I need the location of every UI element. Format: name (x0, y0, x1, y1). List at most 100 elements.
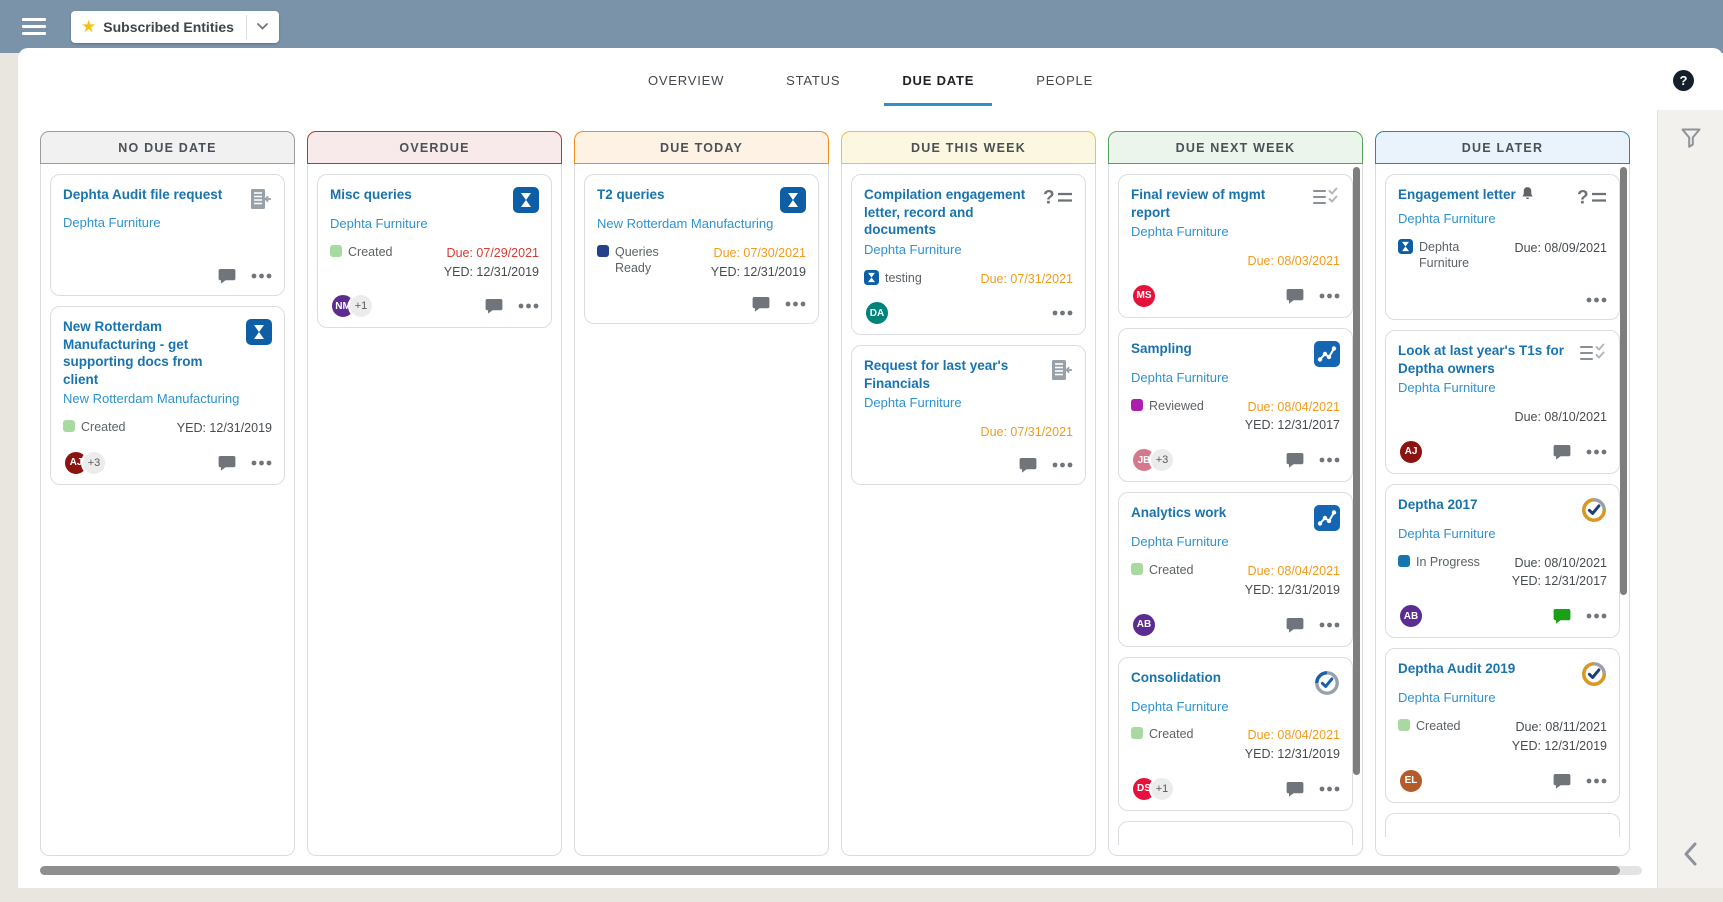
column-no-due-date: NO DUE DATEDephta Audit file requestDeph… (40, 131, 295, 856)
comment-icon[interactable] (218, 268, 236, 284)
task-card[interactable]: Analytics workDephta FurnitureCreatedDue… (1118, 492, 1353, 646)
more-icon[interactable] (1319, 622, 1340, 628)
filter-icon[interactable] (1679, 126, 1703, 150)
hamburger-menu-icon[interactable] (22, 18, 46, 35)
vertical-scrollbar-thumb[interactable] (1620, 167, 1627, 595)
chevron-left-icon[interactable] (1681, 840, 1701, 868)
comment-icon[interactable] (218, 455, 236, 471)
task-card[interactable]: Dephta Audit file request Dephta Furnitur… (50, 174, 285, 296)
status-label: Created (81, 419, 125, 435)
comment-icon[interactable] (1286, 452, 1304, 468)
year-end-date: YED: 12/31/2019 (155, 419, 272, 438)
more-icon[interactable] (1586, 449, 1607, 455)
comment-icon[interactable] (1286, 781, 1304, 797)
more-icon[interactable] (251, 460, 272, 466)
more-icon[interactable] (1319, 293, 1340, 299)
card-entity[interactable]: Dephta Furniture (330, 216, 539, 233)
card-meta: Due: 08/03/2021 (1131, 252, 1340, 271)
card-entity[interactable]: Dephta Furniture (864, 395, 1073, 412)
year-end-date: YED: 12/31/2017 (1223, 416, 1340, 435)
more-icon[interactable] (1052, 462, 1073, 468)
more-icon[interactable] (1319, 786, 1340, 792)
task-card[interactable]: SamplingDephta FurnitureReviewedDue: 08/… (1118, 328, 1353, 482)
more-icon[interactable] (1586, 297, 1607, 303)
tab-people[interactable]: PEOPLE (1018, 48, 1111, 106)
card-entity[interactable]: Dephta Furniture (1398, 690, 1607, 707)
task-card[interactable]: Deptha Audit 2019Dephta FurnitureCreated… (1385, 648, 1620, 802)
status-swatch (1131, 563, 1143, 575)
card-title[interactable]: New Rotterdam Manufacturing - get suppor… (63, 318, 238, 388)
comment-icon[interactable] (485, 298, 503, 314)
card-status: testing (864, 270, 956, 286)
card-status: Created (1131, 562, 1223, 578)
task-card[interactable]: Look at last year's T1s for Deptha owner… (1385, 330, 1620, 474)
task-card[interactable]: Request for last year's Financials Dephta… (851, 345, 1086, 485)
task-card[interactable]: Compilation engagement letter, record an… (851, 174, 1086, 335)
task-card[interactable]: T2 queriesNew Rotterdam ManufacturingQue… (584, 174, 819, 324)
card-status: Dephta Furniture (1398, 239, 1490, 272)
card-entity[interactable]: Dephta Furniture (1398, 380, 1607, 397)
entity-selector-main[interactable]: ★ Subscribed Entities (71, 11, 246, 43)
task-card[interactable]: Deptha 2017Dephta FurnitureIn ProgressDu… (1385, 484, 1620, 638)
tab-overview[interactable]: OVERVIEW (630, 48, 742, 106)
task-card[interactable]: ConsolidationDephta FurnitureCreatedDue:… (1118, 657, 1353, 811)
card-title[interactable]: Compilation engagement letter, record an… (864, 186, 1035, 239)
task-card[interactable]: Final review of mgmt report Dephta Furnit… (1118, 174, 1353, 318)
card-title[interactable]: Deptha Audit 2019 (1398, 660, 1573, 678)
card-entity[interactable]: New Rotterdam Manufacturing (63, 391, 272, 408)
more-icon[interactable] (1319, 457, 1340, 463)
more-icon[interactable] (785, 301, 806, 307)
engagement-icon (246, 319, 272, 345)
checklist-icon (1579, 343, 1607, 364)
comment-icon[interactable] (1286, 288, 1304, 304)
comment-icon[interactable] (1019, 457, 1037, 473)
more-icon[interactable] (518, 303, 539, 309)
comment-icon[interactable] (1553, 608, 1571, 624)
card-title[interactable]: Dephta Audit file request (63, 186, 240, 204)
card-entity[interactable]: New Rotterdam Manufacturing (597, 216, 806, 233)
comment-icon[interactable] (1553, 444, 1571, 460)
chevron-down-icon[interactable] (247, 11, 279, 43)
more-icon[interactable] (251, 273, 272, 279)
tab-status[interactable]: STATUS (768, 48, 858, 106)
card-entity[interactable]: Dephta Furniture (1131, 699, 1340, 716)
comment-icon[interactable] (1553, 773, 1571, 789)
card-entity[interactable]: Dephta Furniture (864, 242, 1073, 259)
card-entity[interactable]: Dephta Furniture (1131, 224, 1340, 241)
avatar-group: DA (864, 300, 890, 326)
card-title[interactable]: Deptha 2017 (1398, 496, 1573, 514)
more-icon[interactable] (1052, 310, 1073, 316)
card-title[interactable]: Consolidation (1131, 669, 1306, 687)
comment-icon[interactable] (1286, 617, 1304, 633)
column-due-this-week: DUE THIS WEEKCompilation engagement lett… (841, 131, 1096, 856)
comment-icon[interactable] (752, 296, 770, 312)
task-card[interactable]: Engagement letter?Dephta FurnitureDephta… (1385, 174, 1620, 320)
card-entity[interactable]: Dephta Furniture (1131, 370, 1340, 387)
card-title[interactable]: Sampling (1131, 340, 1306, 358)
card-title[interactable]: Misc queries (330, 186, 505, 204)
card-title[interactable]: Request for last year's Financials (864, 357, 1041, 392)
more-icon[interactable] (1586, 613, 1607, 619)
card-title[interactable]: T2 queries (597, 186, 772, 204)
card-entity[interactable]: Dephta Furniture (63, 215, 272, 232)
tab-due-date[interactable]: DUE DATE (884, 48, 992, 106)
card-entity[interactable]: Dephta Furniture (1398, 211, 1607, 228)
horizontal-scrollbar[interactable] (40, 866, 1642, 875)
column-label: DUE NEXT WEEK (1176, 141, 1296, 155)
vertical-scrollbar-thumb[interactable] (1353, 167, 1360, 775)
card-title[interactable]: Look at last year's T1s for Deptha owner… (1398, 342, 1571, 377)
card-title[interactable]: Engagement letter (1398, 186, 1569, 204)
query-list-icon: ? (1043, 187, 1073, 208)
help-icon[interactable]: ? (1673, 70, 1694, 91)
card-title[interactable]: Analytics work (1131, 504, 1306, 522)
entity-selector[interactable]: ★ Subscribed Entities (71, 11, 279, 43)
card-meta: Due: 08/10/2021 (1398, 408, 1607, 427)
card-status: Created (63, 419, 155, 435)
horizontal-scrollbar-thumb[interactable] (40, 866, 1620, 875)
more-icon[interactable] (1586, 778, 1607, 784)
card-title[interactable]: Final review of mgmt report (1131, 186, 1304, 221)
card-entity[interactable]: Dephta Furniture (1398, 526, 1607, 543)
card-entity[interactable]: Dephta Furniture (1131, 534, 1340, 551)
task-card[interactable]: Misc queriesDephta FurnitureCreatedDue: … (317, 174, 552, 328)
task-card[interactable]: New Rotterdam Manufacturing - get suppor… (50, 306, 285, 485)
